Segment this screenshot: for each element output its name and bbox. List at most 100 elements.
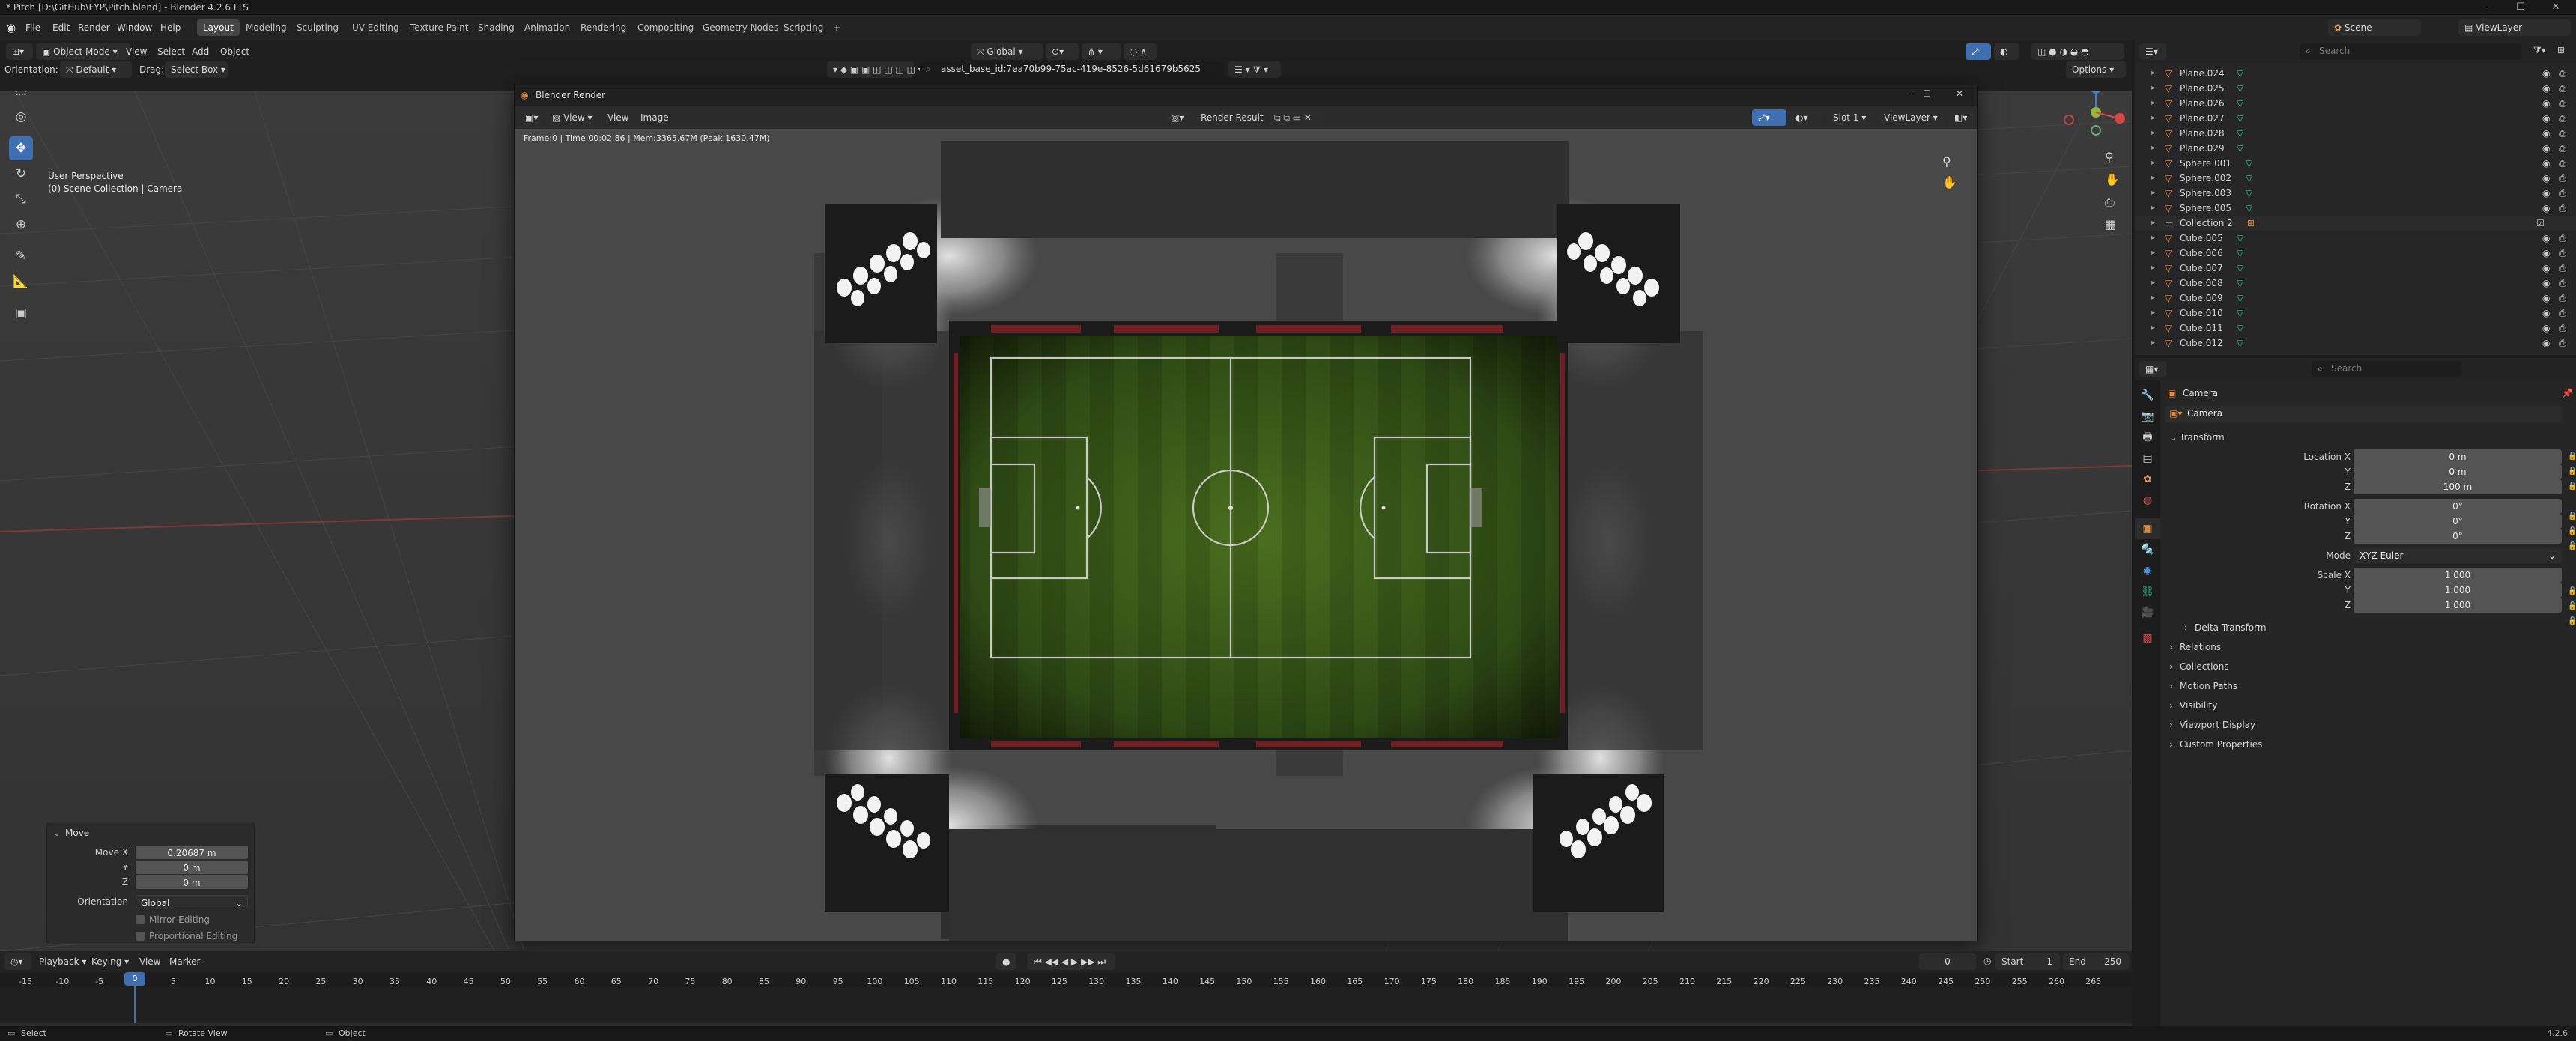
camera-view-icon[interactable]: ⎙ (2105, 195, 2115, 210)
workspace-tab-compositing[interactable]: Compositing (631, 19, 700, 36)
outliner-object-row[interactable]: ▸ ▽ Cube.006 ▽ ◉ ⎙ (2135, 246, 2576, 261)
transform-panel-header[interactable]: ⌄ Transform (2165, 428, 2576, 446)
workspace-tab-uv-editing[interactable]: UV Editing (346, 19, 405, 36)
editor-type-icon[interactable]: ⊞▾ (6, 43, 33, 60)
visibility-eye-icon[interactable]: ◉ (2542, 111, 2550, 126)
visibility-eye-icon[interactable]: ◉ (2542, 81, 2550, 96)
data-tab-icon[interactable]: 🎥 (2135, 602, 2160, 623)
zoom-icon[interactable]: ⚲ (2105, 150, 2114, 164)
add-workspace-button[interactable]: + (827, 19, 846, 36)
scale-tool-icon[interactable]: ⤡ (9, 187, 33, 211)
mirror-editing-row[interactable]: Mirror Editing (47, 912, 254, 927)
render-maximize-button[interactable]: ☐ (1923, 88, 1931, 99)
workspace-tab-texture-paint[interactable]: Texture Paint (404, 19, 474, 36)
visibility-eye-icon[interactable]: ◉ (2542, 276, 2550, 291)
visibility-eye-icon[interactable]: ◉ (2542, 156, 2550, 171)
gizmo-axis-x[interactable] (2115, 113, 2125, 124)
operator-header[interactable]: ⌄ Move (47, 825, 254, 840)
render-pan-icon[interactable]: ✋ (1942, 175, 1957, 189)
maximize-button[interactable]: ☐ (2506, 0, 2536, 15)
workspace-tab-rendering[interactable]: Rendering (575, 19, 632, 36)
navigation-gizmo[interactable] (2054, 91, 2129, 232)
location-z-field[interactable]: 100 m (2354, 479, 2562, 494)
render-result-canvas[interactable]: Frame:0 | Time:00:02.86 | Mem:3365.67M (… (515, 129, 1977, 941)
render-camera-icon[interactable]: ⎙ (2559, 321, 2566, 336)
workspace-tab-layout[interactable]: Layout (197, 19, 240, 36)
outliner-object-row[interactable]: ▸ ▽ Cube.005 ▽ ◉ ⎙ (2135, 231, 2576, 246)
visibility-eye-icon[interactable]: ◉ (2542, 261, 2550, 276)
scene-selector[interactable]: ✿ Scene (2328, 19, 2421, 36)
expand-arrow-icon[interactable]: ▸ (2151, 156, 2155, 171)
visibility-eye-icon[interactable]: ◉ (2542, 171, 2550, 186)
constraint-tab-icon[interactable]: ⛓ (2135, 581, 2160, 602)
properties-section-header[interactable]: › Relations (2165, 638, 2576, 656)
visibility-eye-icon[interactable]: ◉ (2542, 201, 2550, 216)
workspace-tab-scripting[interactable]: Scripting (778, 19, 829, 36)
outliner-object-row[interactable]: ▸ ▽ Cube.011 ▽ ◉ ⎙ (2135, 321, 2576, 336)
menu-help[interactable]: Help (160, 15, 181, 40)
outliner-object-row[interactable]: ▸ ▽ Sphere.002 ▽ ◉ ⎙ (2135, 171, 2576, 186)
texture-tab-icon[interactable]: ▩ (2135, 628, 2160, 649)
orientation-value-dropdown[interactable]: ⤧ Default ▾ (60, 61, 132, 78)
outliner-object-row[interactable]: ▸ ▽ Plane.024 ▽ ◉ ⎙ (2135, 66, 2576, 81)
render-tab-icon[interactable]: 📷 (2135, 406, 2160, 427)
move-x-field[interactable]: 0.20687 m (136, 846, 248, 859)
expand-arrow-icon[interactable]: ▸ (2151, 321, 2155, 336)
rotate-tool-icon[interactable]: ↻ (9, 162, 33, 186)
viewport-menu-object[interactable]: Object (220, 43, 249, 60)
options-dropdown[interactable]: Options ▾ (2066, 61, 2126, 78)
orientation-row-dropdown[interactable]: Global ⌄ (136, 895, 248, 908)
expand-arrow-icon[interactable]: ▸ (2151, 111, 2155, 126)
location-x-field[interactable]: 0 m (2354, 449, 2562, 464)
render-close-button[interactable]: ✕ (1956, 88, 1963, 99)
render-camera-icon[interactable]: ⎙ (2559, 171, 2566, 186)
visibility-eye-icon[interactable]: ◉ (2542, 126, 2550, 141)
properties-section-header[interactable]: › Motion Paths (2165, 677, 2576, 695)
visibility-eye-icon[interactable]: ◉ (2542, 141, 2550, 156)
image-view-mode-dropdown[interactable]: ▨ View ▾ (546, 109, 594, 126)
snap-toggle[interactable]: ⋔ ▾ (1082, 43, 1121, 60)
render-camera-icon[interactable]: ⎙ (2559, 186, 2566, 201)
workspace-tab-geometry-nodes[interactable]: Geometry Nodes (697, 19, 784, 36)
properties-search-input[interactable]: ⌕ Search (2312, 361, 2461, 377)
playhead-handle[interactable]: 0 (124, 972, 145, 986)
measure-tool-icon[interactable]: 📐 (9, 270, 33, 294)
rotation-mode-dropdown[interactable]: XYZ Euler ⌄ (2354, 548, 2562, 563)
outliner-object-row[interactable]: ▸ ▽ Plane.029 ▽ ◉ ⎙ (2135, 141, 2576, 156)
asset-view-options[interactable]: ☰ ▾ ⧩ ▾ (1228, 61, 1281, 78)
image-actions[interactable]: ⧉ ⧉ ▭ ✕ (1268, 109, 1324, 126)
outliner-object-row[interactable]: ▸ ▽ Sphere.001 ▽ ◉ ⎙ (2135, 156, 2576, 171)
visibility-eye-icon[interactable]: ◉ (2542, 291, 2550, 306)
viewport-menu-select[interactable]: Select (157, 43, 185, 60)
expand-arrow-icon[interactable]: ▸ (2151, 231, 2155, 246)
property-lock-icons[interactable]: 🔓 🔓 🔓 🔓 🔓 🔓 🔓 🔓 🔓 (2568, 449, 2576, 625)
outliner-object-row[interactable]: ▸ ▽ Plane.028 ▽ ◉ ⎙ (2135, 126, 2576, 141)
properties-section-header[interactable]: › Viewport Display (2165, 716, 2576, 734)
render-camera-icon[interactable]: ⎙ (2559, 126, 2566, 141)
expand-arrow-icon[interactable]: ▸ (2151, 141, 2155, 156)
proportional-edit-toggle[interactable]: ◌ ∧ (1124, 43, 1157, 60)
overlays-toggle[interactable]: ◐ (1994, 43, 2019, 60)
image-menu-view[interactable]: View (607, 109, 628, 126)
outliner-object-row[interactable]: ▸ ▽ Cube.009 ▽ ◉ ⎙ (2135, 291, 2576, 306)
render-camera-icon[interactable]: ⎙ (2559, 156, 2566, 171)
render-minimize-button[interactable]: – (1908, 88, 1912, 99)
render-viewlayer-dropdown[interactable]: ViewLayer ▾ (1878, 109, 1945, 126)
move-y-field[interactable]: 0 m (136, 861, 248, 874)
minimize-button[interactable]: – (2472, 0, 2502, 15)
render-camera-icon[interactable]: ⎙ (2559, 96, 2566, 111)
render-camera-icon[interactable]: ⎙ (2559, 261, 2566, 276)
drag-select-dropdown[interactable]: Select Box ▾ (165, 61, 228, 78)
blender-logo-icon[interactable]: ◉ (6, 15, 16, 40)
object-tab-icon[interactable]: ▣ (2135, 518, 2160, 539)
select-box-tool-icon[interactable]: ⬚ (9, 91, 33, 102)
proportional-editing-checkbox[interactable] (136, 932, 145, 941)
expand-arrow-icon[interactable]: ▸ (2151, 201, 2155, 216)
viewport-menu-add[interactable]: Add (192, 43, 209, 60)
pan-hand-icon[interactable]: ✋ (2105, 172, 2120, 186)
visibility-eye-icon[interactable]: ◉ (2542, 321, 2550, 336)
image-browse-button[interactable]: ▨▾ (1165, 109, 1193, 126)
object-name-field[interactable]: ▣▾ Camera (2165, 406, 2562, 422)
outliner-collection-row[interactable]: ▸ ▭ Collection 2 ⊞ ☑ (2135, 216, 2576, 231)
ortho-toggle-icon[interactable]: ▦ (2105, 217, 2116, 231)
